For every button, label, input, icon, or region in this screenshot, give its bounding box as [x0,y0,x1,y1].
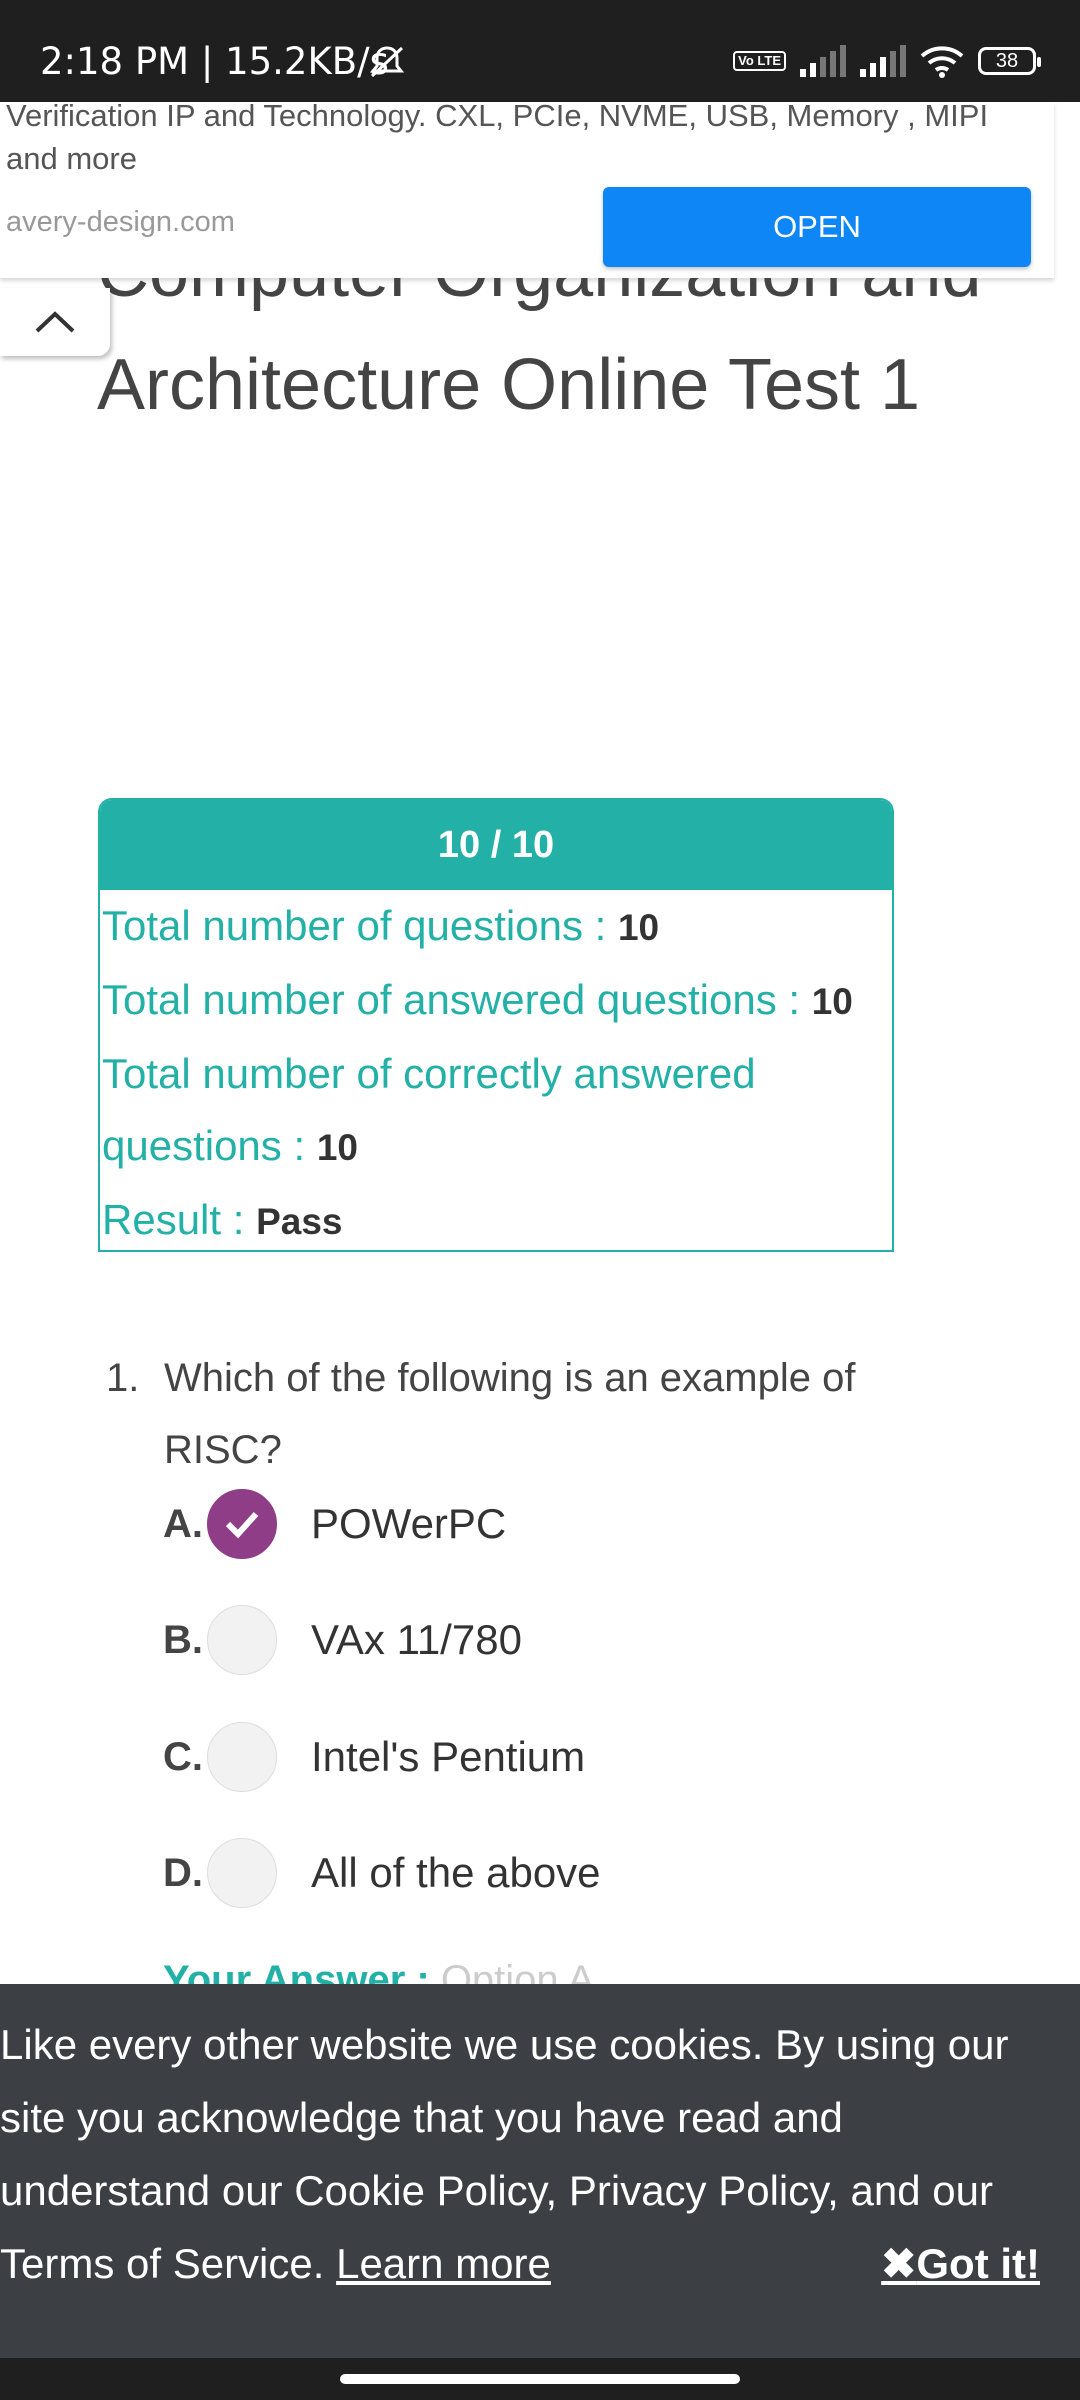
home-gesture-handle[interactable] [340,2374,740,2384]
option-a-radio[interactable] [207,1489,277,1559]
page-title: Computer Organization and Architecture O… [97,278,982,425]
got-it-button[interactable]: ✖Got it! [881,2227,1040,2300]
correct-answers-row: Total number of correctly answered quest… [102,1050,756,1169]
status-icons: Vo LTE 38 [733,44,1041,78]
result-row: Result : Pass [102,1196,343,1243]
status-bar: 2:18 PM | 15.2KB/s Vo LTE 38 [0,0,1080,102]
ad-domain: avery-design.com [6,206,235,238]
option-letter: C. [163,1734,203,1779]
option-d[interactable]: D. All of the above [163,1833,601,1913]
total-questions-row: Total number of questions : 10 [102,902,660,949]
volte-icon: Vo LTE [733,51,786,71]
ad-text: Verification IP and Technology. CXL, PCI… [6,98,989,176]
option-label: VAx 11/780 [311,1616,522,1663]
answered-questions-row: Total number of answered questions : 10 [102,976,853,1023]
option-label: POWerPC [311,1500,507,1547]
option-b-radio[interactable] [207,1605,277,1675]
option-letter: A. [163,1501,203,1546]
signal-icon-1 [800,45,846,77]
question-text: Which of the following is an example of … [164,1356,856,1472]
ad-banner[interactable]: Verification IP and Technology. CXL, PCI… [0,98,1054,278]
option-c-radio[interactable] [207,1722,277,1792]
collapse-ad-button[interactable] [0,288,110,356]
option-label: Intel's Pentium [311,1733,586,1780]
chevron-up-icon [35,311,75,333]
ad-open-button[interactable]: OPEN [603,187,1031,267]
learn-more-link[interactable]: Learn more [336,2240,551,2287]
checkmark-icon [225,1511,259,1539]
close-icon: ✖ [881,2240,917,2287]
system-nav-bar [0,2358,1080,2400]
wifi-icon [920,46,964,78]
battery-icon: 38 [978,47,1041,75]
status-time-speed: 2:18 PM | 15.2KB/s [40,40,389,83]
option-c[interactable]: C. Intel's Pentium [163,1717,585,1797]
signal-icon-2 [860,45,906,77]
result-summary: 10 / 10 Total number of questions : 10 T… [98,798,894,1252]
option-d-radio[interactable] [207,1838,277,1908]
score-header: 10 / 10 [100,800,892,890]
cookie-banner: Like every other website we use cookies.… [0,1984,1080,2358]
option-letter: B. [163,1617,203,1662]
question-number: 1. [106,1356,140,1400]
option-b[interactable]: B. VAx 11/780 [163,1600,522,1680]
page-title-container: Computer Organization and Architecture O… [97,278,997,598]
option-letter: D. [163,1850,203,1895]
bell-off-icon [369,46,405,78]
option-a[interactable]: A. POWerPC [163,1484,506,1564]
option-label: All of the above [311,1849,601,1896]
